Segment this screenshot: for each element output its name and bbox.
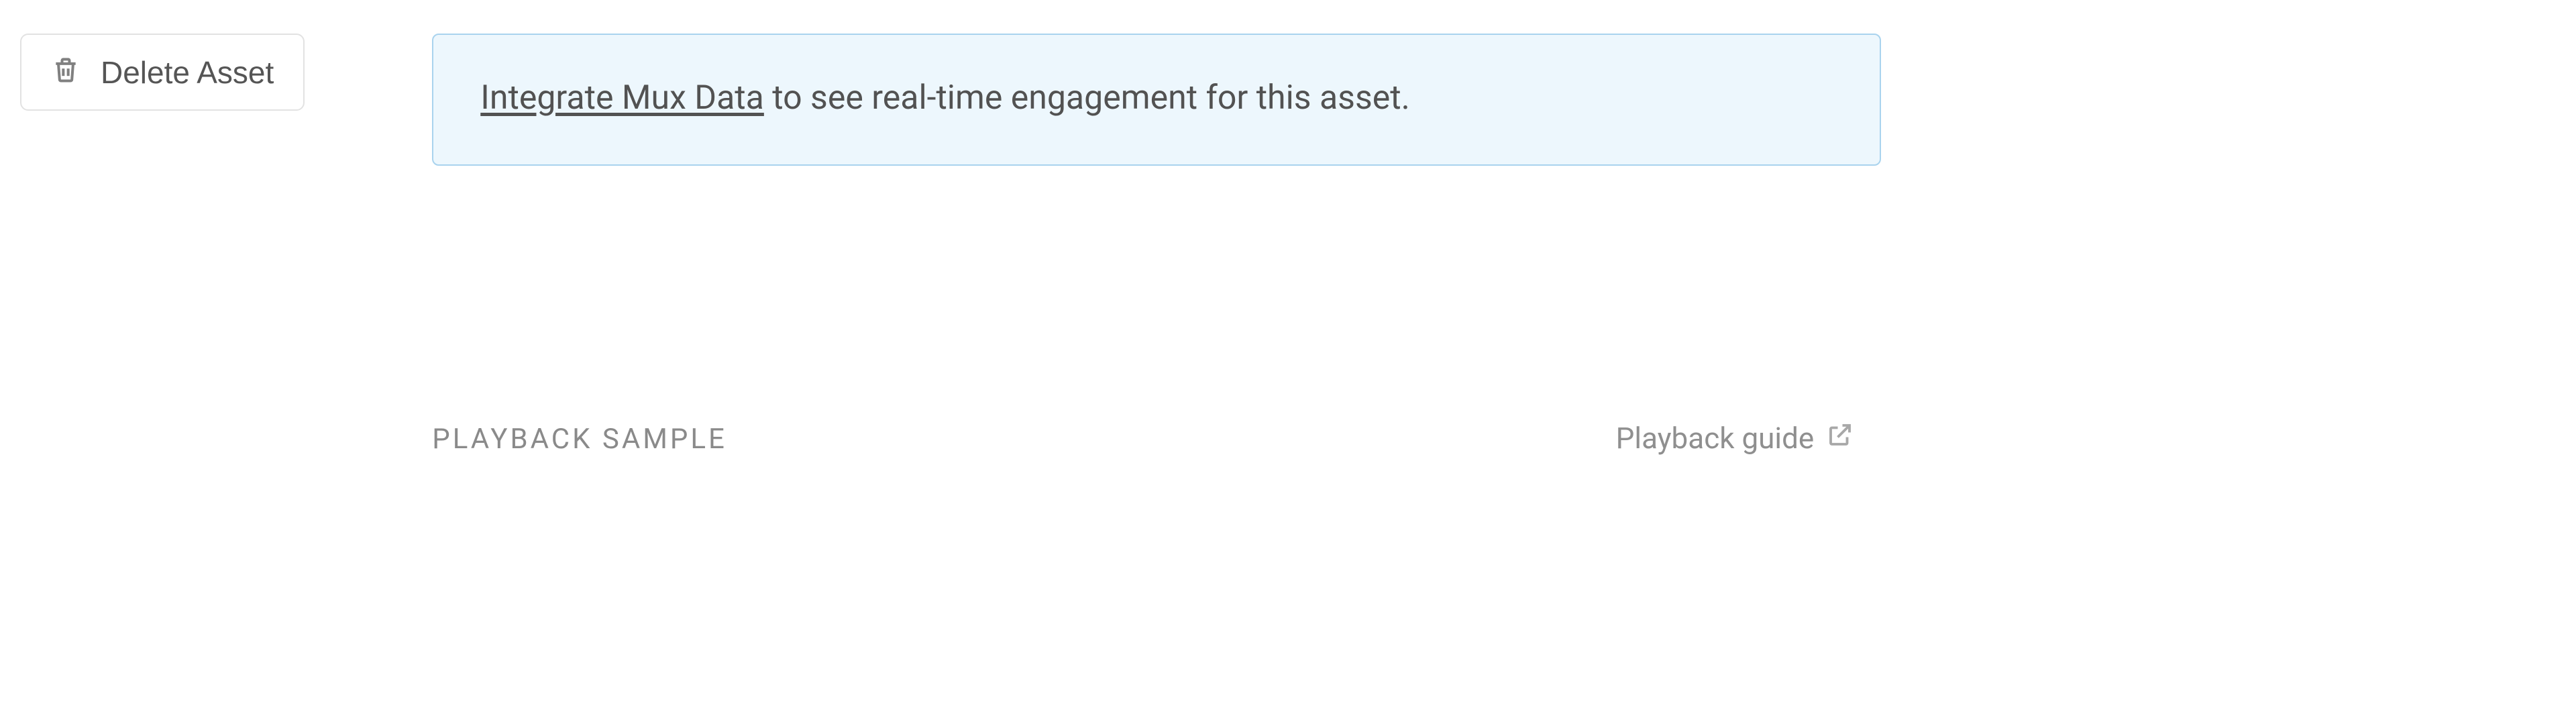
asset-detail-fragment: Delete Asset Integrate Mux Data to see r…: [0, 0, 2576, 456]
left-actions-column: Delete Asset: [20, 34, 305, 111]
playback-guide-label: Playback guide: [1616, 421, 1815, 456]
right-content-column: Integrate Mux Data to see real-time enga…: [432, 34, 1881, 456]
trash-icon: [51, 54, 80, 91]
delete-asset-label: Delete Asset: [101, 57, 274, 88]
playback-sample-section-header: PLAYBACK SAMPLE Playback guide: [432, 421, 1881, 456]
playback-guide-link[interactable]: Playback guide: [1616, 421, 1855, 456]
integrate-mux-data-link[interactable]: Integrate Mux Data: [480, 79, 764, 117]
integrate-data-banner: Integrate Mux Data to see real-time enga…: [432, 34, 1881, 166]
delete-asset-button[interactable]: Delete Asset: [20, 34, 305, 111]
playback-sample-heading: PLAYBACK SAMPLE: [432, 423, 727, 456]
external-link-icon: [1826, 421, 1854, 456]
integrate-banner-tail-text: to see real-time engagement for this ass…: [764, 79, 1410, 117]
